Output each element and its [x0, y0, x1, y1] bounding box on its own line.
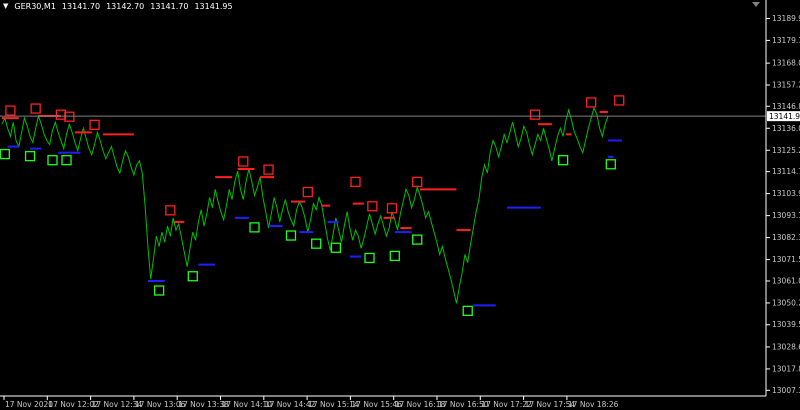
swing-high-marker — [386, 203, 398, 214]
y-tick-label: 13157.25 — [772, 81, 800, 90]
y-tick-label: 13125.20 — [772, 146, 800, 155]
swing-low-marker — [311, 238, 322, 249]
swing-low-marker — [364, 252, 375, 264]
swing-low-marker — [389, 250, 400, 262]
swing-high-marker — [263, 164, 274, 175]
swing-high-marker — [529, 109, 541, 120]
swing-high-marker — [367, 201, 378, 212]
y-tick-label: 13103.90 — [772, 189, 800, 198]
y-tick-label: 13007.30 — [772, 386, 800, 395]
swing-high-marker — [64, 111, 75, 122]
swing-high-marker — [238, 156, 249, 167]
swing-low-marker — [187, 271, 198, 282]
x-tick-label: 17 Nov 2020 — [5, 400, 53, 409]
swing-high-marker — [5, 105, 16, 116]
y-tick-label: 13168.00 — [772, 59, 800, 68]
swing-low-marker — [47, 155, 58, 166]
y-tick-label: 13093.10 — [772, 211, 800, 220]
swing-high-marker — [350, 176, 361, 187]
swing-low-marker — [412, 234, 423, 245]
swing-low-marker — [61, 155, 72, 166]
price-series-line — [1, 106, 609, 304]
y-tick-label: 13146.80 — [772, 102, 800, 111]
y-tick-label: 13082.30 — [772, 233, 800, 242]
swing-high-marker — [614, 95, 625, 106]
y-tick-label: 13071.50 — [772, 255, 800, 264]
swing-low-marker — [0, 148, 10, 160]
y-tick-label: 13179.15 — [772, 36, 800, 45]
current-price-label: 13141.95 — [769, 112, 800, 121]
swing-low-marker — [153, 285, 165, 296]
swing-low-marker — [249, 222, 260, 233]
y-tick-label: 13050.20 — [772, 298, 800, 307]
swing-high-marker — [412, 176, 423, 187]
y-tick-label: 13017.80 — [772, 364, 800, 373]
swing-low-marker — [605, 159, 616, 170]
swing-low-marker — [285, 230, 297, 241]
price-chart[interactable]: ▼ GER30,M1 13141.70 13142.70 13141.70 13… — [0, 0, 800, 410]
swing-high-marker — [586, 97, 597, 108]
y-tick-label: 13061.00 — [772, 276, 800, 285]
y-tick-label: 13189.90 — [772, 14, 800, 23]
swing-high-marker — [89, 119, 100, 130]
chart-shift-triangle-icon[interactable] — [752, 2, 760, 7]
y-tick-label: 13114.70 — [772, 167, 800, 176]
swing-high-marker — [165, 205, 176, 216]
x-tick-label: 17 Nov 18:26 — [568, 400, 619, 409]
y-tick-label: 13039.50 — [772, 320, 800, 329]
swing-low-marker — [462, 305, 473, 317]
swing-low-marker — [330, 242, 342, 253]
y-tick-label: 13136.00 — [772, 124, 800, 133]
swing-low-marker — [24, 150, 36, 162]
swing-high-marker — [302, 186, 313, 198]
swing-high-marker — [55, 109, 67, 120]
chart-canvas[interactable]: 13189.90 13179.15 13168.00 13157.25 13146.80… — [0, 0, 800, 410]
swing-high-marker — [30, 103, 41, 114]
y-tick-label: 13028.60 — [772, 342, 800, 351]
swing-low-marker — [557, 155, 569, 166]
